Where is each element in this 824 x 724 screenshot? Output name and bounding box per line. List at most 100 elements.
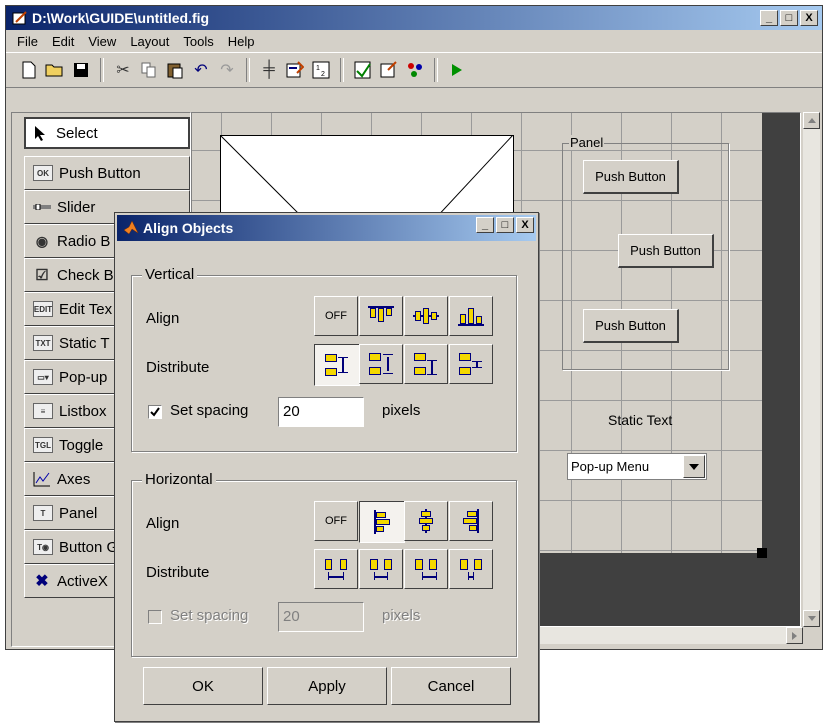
- align-center-button[interactable]: [404, 501, 448, 541]
- vertical-align-off-button[interactable]: OFF: [314, 296, 358, 336]
- align-right-icon: [458, 509, 484, 533]
- new-file-icon[interactable]: [16, 57, 42, 83]
- horizontal-align-off-button[interactable]: OFF: [314, 501, 358, 541]
- panel-title: Panel: [569, 135, 605, 150]
- dialog-title: Align Objects: [143, 220, 234, 236]
- horizontal-units-label: pixels: [382, 607, 421, 624]
- popup-menu-icon: ▭▾: [33, 369, 53, 385]
- undo-icon[interactable]: ↶: [188, 57, 214, 83]
- align-middle-button[interactable]: [404, 296, 448, 336]
- save-icon[interactable]: [68, 57, 94, 83]
- align-center-icon: [413, 509, 439, 533]
- horizontal-set-spacing-label: Set spacing: [170, 607, 249, 624]
- align-left-icon: [369, 510, 395, 534]
- redo-icon[interactable]: ↷: [214, 57, 240, 83]
- distribute-top-button[interactable]: [314, 344, 360, 386]
- menu-editor-icon[interactable]: [282, 57, 308, 83]
- radio-button-icon: ◉: [35, 232, 49, 249]
- maximize-button[interactable]: □: [780, 10, 798, 26]
- dialog-maximize-button[interactable]: □: [496, 217, 514, 233]
- align-top-icon: [368, 304, 394, 328]
- align-left-button[interactable]: [359, 501, 405, 543]
- distribute-left-button[interactable]: [314, 549, 358, 589]
- menu-edit[interactable]: Edit: [45, 34, 81, 49]
- checkbox-icon: ☑: [35, 267, 49, 284]
- horizontal-align-label: Align: [146, 515, 180, 532]
- open-folder-icon[interactable]: [42, 57, 68, 83]
- push-button-1[interactable]: Push Button: [583, 160, 679, 194]
- svg-text:2: 2: [321, 71, 325, 78]
- vertical-set-spacing-checkbox[interactable]: [148, 405, 162, 419]
- dialog-title-bar[interactable]: Align Objects _ □ X: [117, 215, 536, 241]
- menu-help[interactable]: Help: [221, 34, 262, 49]
- distribute-spacing-icon: [458, 352, 484, 376]
- distribute-top-icon: [324, 353, 350, 377]
- minimize-button[interactable]: _: [760, 10, 778, 26]
- distribute-bottom-icon: [413, 352, 439, 376]
- vertical-scrollbar[interactable]: [803, 112, 820, 627]
- scroll-up-icon[interactable]: [803, 112, 820, 129]
- horizontal-spacing-input[interactable]: 20: [278, 602, 364, 632]
- distribute-middle-button[interactable]: [359, 344, 403, 384]
- menu-file[interactable]: File: [10, 34, 45, 49]
- vertical-units-label: pixels: [382, 402, 421, 419]
- guide-app-icon: [12, 11, 27, 25]
- ok-button[interactable]: OK: [143, 667, 263, 705]
- scroll-down-icon[interactable]: [803, 610, 820, 627]
- vertical-align-label: Align: [146, 310, 180, 327]
- distribute-gap-icon: [458, 557, 484, 581]
- cut-icon[interactable]: ✂: [110, 57, 136, 83]
- resize-handle[interactable]: [757, 548, 767, 558]
- horizontal-set-spacing-checkbox[interactable]: [148, 610, 162, 624]
- palette-item-push-button[interactable]: OK Push Button: [24, 156, 190, 190]
- panel[interactable]: Panel Push Button Push Button Push Butto…: [562, 135, 729, 370]
- apply-button[interactable]: Apply: [267, 667, 387, 705]
- popup-menu-control[interactable]: Pop-up Menu: [567, 453, 707, 480]
- distribute-center-button[interactable]: [359, 549, 403, 589]
- distribute-middle-icon: [368, 352, 394, 376]
- scroll-right-icon[interactable]: [786, 627, 803, 644]
- close-button[interactable]: X: [800, 10, 818, 26]
- dialog-close-button[interactable]: X: [516, 217, 534, 233]
- push-button-3[interactable]: Push Button: [583, 309, 679, 343]
- palette-item-select[interactable]: Select: [24, 117, 190, 149]
- distribute-gap-button[interactable]: [449, 549, 493, 589]
- menu-bar: File Edit View Layout Tools Help: [6, 30, 822, 52]
- vertical-group: Vertical Align Distribute OFF Set spacin…: [131, 266, 517, 452]
- push-button-2[interactable]: Push Button: [618, 234, 714, 268]
- horizontal-group: Horizontal Align Distribute OFF Set spac…: [131, 471, 517, 657]
- menu-layout[interactable]: Layout: [123, 34, 176, 49]
- run-icon[interactable]: [444, 57, 470, 83]
- window-title: D:\Work\GUIDE\untitled.fig: [32, 10, 210, 26]
- paste-icon[interactable]: [162, 57, 188, 83]
- button-group-icon: T◉: [33, 539, 53, 555]
- vertical-spacing-input[interactable]: 20: [278, 397, 364, 427]
- align-top-button[interactable]: [359, 296, 403, 336]
- vertical-distribute-label: Distribute: [146, 359, 210, 376]
- cancel-button[interactable]: Cancel: [391, 667, 511, 705]
- align-objects-dialog: Align Objects _ □ X Vertical Align Distr…: [114, 212, 539, 722]
- static-text-control[interactable]: Static Text: [608, 412, 672, 428]
- distribute-bottom-button[interactable]: [404, 344, 448, 384]
- align-right-button[interactable]: [449, 501, 493, 541]
- distribute-right-button[interactable]: [404, 549, 448, 589]
- push-button-icon: OK: [33, 165, 53, 181]
- align-icon[interactable]: ╪: [256, 57, 282, 83]
- align-bottom-button[interactable]: [449, 296, 493, 336]
- copy-icon[interactable]: [136, 57, 162, 83]
- menu-view[interactable]: View: [81, 34, 123, 49]
- arrow-cursor-icon: [35, 126, 45, 141]
- panel-icon: T: [33, 505, 53, 521]
- title-bar[interactable]: D:\Work\GUIDE\untitled.fig _ □ X: [6, 6, 822, 30]
- listbox-icon: ≡: [33, 403, 53, 419]
- property-inspector-icon[interactable]: [376, 57, 402, 83]
- align-middle-icon: [413, 304, 439, 328]
- svg-text:1: 1: [316, 65, 320, 72]
- dialog-minimize-button[interactable]: _: [476, 217, 494, 233]
- menu-tools[interactable]: Tools: [176, 34, 220, 49]
- distribute-spacing-button[interactable]: [449, 344, 493, 384]
- object-browser-icon[interactable]: [402, 57, 428, 83]
- m-file-editor-icon[interactable]: [350, 57, 376, 83]
- popup-dropdown-arrow-icon[interactable]: [683, 455, 705, 478]
- tab-order-icon[interactable]: 12: [308, 57, 334, 83]
